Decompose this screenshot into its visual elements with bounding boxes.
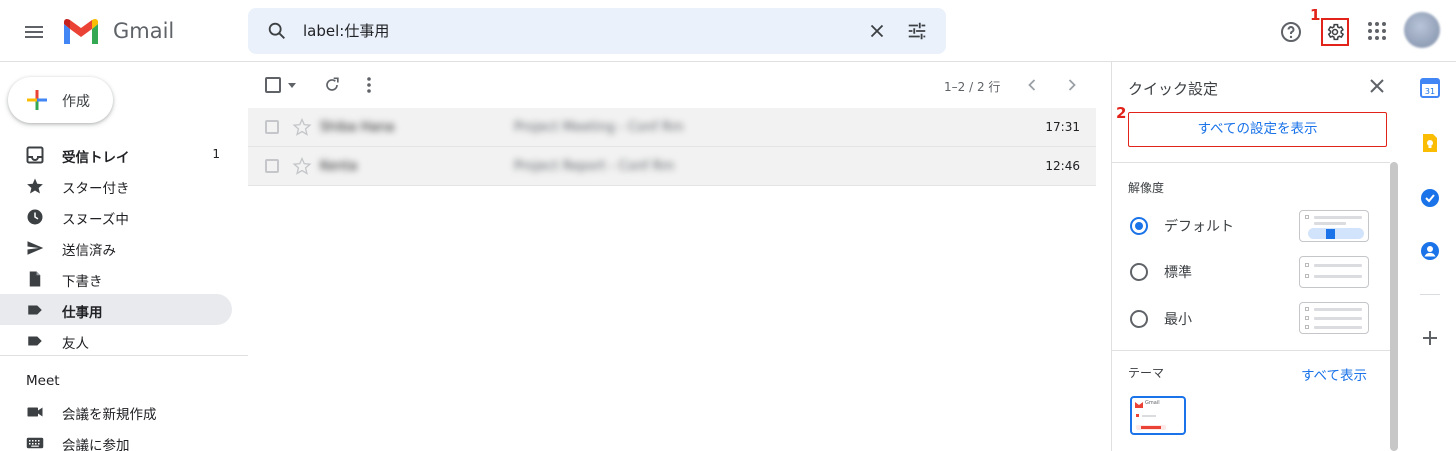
sidebar-item-snoozed[interactable]: スヌーズ中 — [0, 201, 232, 232]
search-input[interactable] — [303, 21, 823, 39]
row-checkbox[interactable] — [265, 159, 279, 173]
density-radio-default[interactable] — [1130, 217, 1148, 235]
sidebar-item-sent[interactable]: 送信済み — [0, 232, 232, 263]
send-icon — [27, 241, 44, 255]
sidebar-item-label: スター付き — [62, 181, 130, 197]
table-row[interactable]: Kenta Project Report - Conf Rm 12:46 — [248, 147, 1096, 186]
gmail-logo-icon[interactable] — [62, 16, 100, 46]
sidebar-item-label: 送信済み — [62, 243, 116, 259]
clock-icon — [27, 209, 43, 225]
sidebar-item-drafts[interactable]: 下書き — [0, 263, 232, 294]
annotation-marker-2: 2 — [1116, 104, 1127, 122]
tasks-icon[interactable] — [1420, 188, 1440, 208]
settings-button[interactable] — [1321, 18, 1349, 46]
search-bar — [248, 8, 946, 54]
sidebar-item-label: 友人 — [62, 336, 89, 352]
inbox-icon — [26, 146, 44, 164]
table-row[interactable]: Shiba Hana Project Meeting - Conf Rm 17:… — [248, 108, 1096, 147]
draft-icon — [29, 271, 41, 287]
apps-grid-icon[interactable] — [1366, 20, 1388, 42]
email-time: 12:46 — [1045, 159, 1080, 173]
add-addon-icon[interactable] — [1420, 328, 1440, 348]
main-menu-icon[interactable] — [22, 20, 46, 44]
divider — [1112, 350, 1390, 351]
divider — [1112, 162, 1390, 163]
density-preview-compact — [1299, 302, 1369, 334]
density-preview-comfortable — [1299, 256, 1369, 288]
close-icon[interactable] — [1369, 78, 1385, 94]
svg-text:31: 31 — [1425, 87, 1435, 96]
search-icon[interactable] — [266, 20, 288, 42]
star-outline-icon[interactable] — [292, 156, 312, 176]
density-section-title: 解像度 — [1128, 181, 1165, 195]
select-all-checkbox[interactable] — [265, 77, 281, 93]
density-label-default: デフォルト — [1164, 219, 1234, 235]
calendar-icon[interactable]: 31 — [1420, 78, 1440, 98]
refresh-icon[interactable] — [322, 75, 342, 95]
annotation-marker-1: 1 — [1310, 6, 1321, 24]
sidebar-item-label: スヌーズ中 — [62, 212, 129, 228]
clear-search-icon[interactable] — [866, 20, 888, 42]
help-icon[interactable] — [1279, 20, 1303, 44]
app-name: Gmail — [113, 19, 175, 43]
compose-button[interactable]: 作成 — [8, 77, 113, 123]
density-label-compact: 最小 — [1164, 312, 1192, 328]
chevron-left-icon[interactable] — [1022, 75, 1042, 95]
email-sender: Kenta — [320, 159, 358, 174]
quick-settings-panel: クイック設定 2 すべての設定を表示 解像度 デフォルト 標準 最小 テーマ す… — [1111, 62, 1402, 451]
theme-preview-default[interactable]: Gmail — [1130, 396, 1186, 435]
sidebar-item-new-meeting[interactable]: 会議を新規作成 — [0, 396, 232, 427]
label-icon — [28, 336, 42, 346]
sidebar-item-label: 会議を新規作成 — [62, 407, 157, 423]
sidebar-item-inbox[interactable]: 受信トレイ 1 — [0, 139, 232, 170]
sidebar-item-join-meeting[interactable]: 会議に参加 — [0, 427, 232, 451]
sidebar-item-friends[interactable]: 友人 — [0, 325, 232, 356]
sidebar-item-starred[interactable]: スター付き — [0, 170, 232, 201]
star-outline-icon[interactable] — [292, 117, 312, 137]
search-options-icon[interactable] — [906, 20, 928, 42]
email-time: 17:31 — [1045, 120, 1080, 134]
email-subject: Project Report - Conf Rm — [514, 159, 675, 174]
divider — [1420, 294, 1440, 295]
email-sender: Shiba Hana — [320, 120, 395, 135]
density-label-comfortable: 標準 — [1164, 265, 1192, 281]
sidebar-item-label: 会議に参加 — [62, 438, 130, 451]
compose-label: 作成 — [62, 94, 90, 110]
sidebar-divider — [0, 355, 248, 356]
more-options-icon[interactable] — [362, 75, 376, 95]
unread-count: 1 — [212, 147, 220, 161]
pagination-text: 1–2 / 2 行 — [944, 80, 1001, 94]
gear-icon — [1327, 23, 1345, 41]
see-all-settings-button[interactable]: すべての設定を表示 — [1128, 112, 1387, 147]
email-subject: Project Meeting - Conf Rm — [514, 120, 684, 135]
sidebar-item-label: 受信トレイ — [62, 150, 130, 166]
select-options-caret-icon[interactable] — [288, 83, 296, 88]
density-radio-compact[interactable] — [1130, 310, 1148, 328]
keep-icon[interactable] — [1420, 133, 1440, 153]
theme-section-title: テーマ — [1128, 366, 1165, 380]
top-bar: Gmail 1 — [0, 0, 1456, 62]
sidebar-item-label: 下書き — [62, 274, 103, 290]
star-icon — [27, 178, 43, 194]
scrollbar[interactable] — [1390, 162, 1398, 451]
sidebar-item-work[interactable]: 仕事用 — [0, 294, 232, 325]
side-panel: 31 — [1402, 62, 1456, 451]
contacts-icon[interactable] — [1420, 241, 1440, 261]
row-checkbox[interactable] — [265, 120, 279, 134]
meet-section-title: Meet — [26, 373, 60, 389]
videocam-icon — [27, 407, 43, 417]
chevron-right-icon[interactable] — [1062, 75, 1082, 95]
account-avatar[interactable] — [1404, 12, 1440, 48]
theme-view-all-link[interactable]: すべて表示 — [1301, 364, 1367, 384]
label-icon — [28, 305, 42, 315]
keyboard-icon — [26, 437, 44, 449]
quick-settings-title: クイック設定 — [1128, 80, 1219, 98]
density-preview-default — [1299, 210, 1369, 242]
plus-icon — [27, 90, 47, 110]
density-radio-comfortable[interactable] — [1130, 263, 1148, 281]
sidebar-item-label: 仕事用 — [62, 305, 103, 321]
gmail-logo-icon — [1135, 402, 1143, 408]
theme-thumb-label: Gmail — [1145, 400, 1160, 406]
